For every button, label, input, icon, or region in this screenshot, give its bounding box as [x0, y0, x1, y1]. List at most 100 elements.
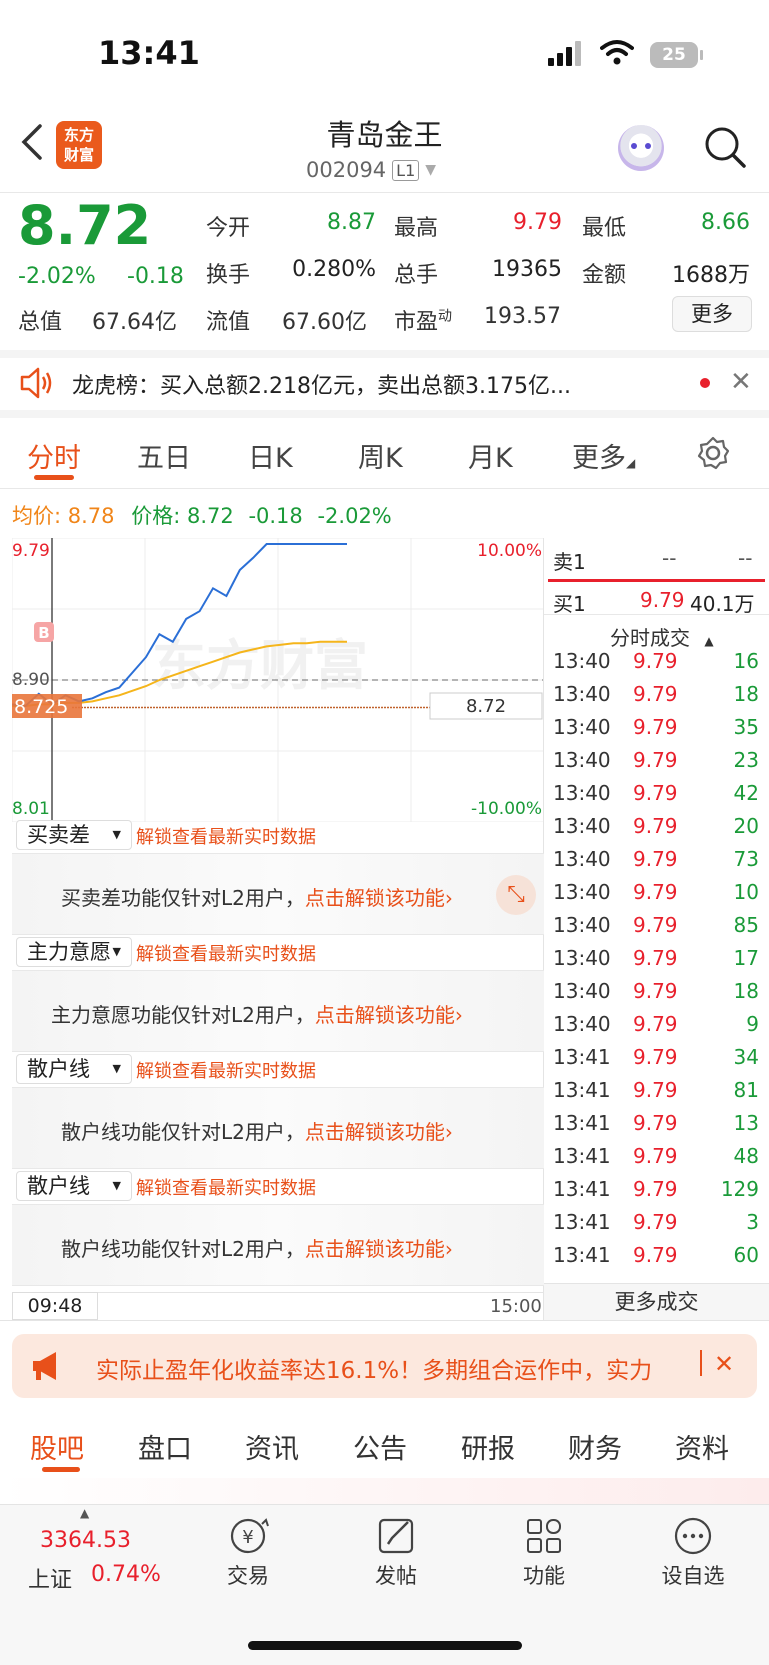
trade-time: 13:41: [553, 1144, 611, 1168]
buy-marker-label: B: [38, 624, 49, 642]
bottom-tab[interactable]: 财务: [568, 1427, 622, 1466]
index-value[interactable]: 3364.53: [40, 1528, 131, 1553]
ad-text[interactable]: 实际止盈年化收益率达16.1%！多期组合运作中，实力: [96, 1351, 702, 1385]
trade-row: 13:40 9.79 16: [553, 649, 759, 682]
feed-peek: [0, 1478, 769, 1504]
watermark: 东方财富: [152, 634, 368, 697]
price-change: -0.18: [248, 504, 303, 528]
trade-volume: 20: [733, 814, 759, 838]
unlock-feature-link[interactable]: 点击解锁该功能: [305, 886, 445, 910]
trade-volume: 60: [733, 1243, 759, 1267]
intraday-chart[interactable]: 东方财富 9.79 8.01 10.00% -10.00% 8.90 8.725…: [12, 538, 544, 822]
index-name[interactable]: 上证: [28, 1562, 72, 1594]
bottom-tab[interactable]: 股吧: [30, 1427, 84, 1466]
index-pct[interactable]: 0.74%: [91, 1562, 161, 1587]
unlock-data-link[interactable]: 解锁查看最新实时数据: [136, 1174, 316, 1200]
chevron-down-icon: ▼: [112, 828, 121, 841]
trade-time: 13:41: [553, 1243, 611, 1267]
unlock-feature-link[interactable]: 点击解锁该功能: [305, 1237, 445, 1261]
float-value: 67.60亿: [282, 310, 367, 335]
trade-volume: 18: [733, 979, 759, 1003]
unlock-data-link[interactable]: 解锁查看最新实时数据: [136, 823, 316, 849]
tab-intraday[interactable]: 分时: [27, 436, 81, 475]
avg-price-label: 均价:: [12, 504, 62, 528]
trade-row: 13:40 9.79 85: [553, 913, 759, 946]
bottom-tab[interactable]: 资讯: [245, 1427, 299, 1466]
expand-icon[interactable]: ⤡: [496, 875, 536, 915]
more-quote-button[interactable]: 更多: [672, 296, 752, 332]
unread-dot: [700, 378, 710, 388]
indicator-select-label: 散户线: [27, 1174, 90, 1198]
nav-post[interactable]: 发帖: [346, 1516, 446, 1590]
bottom-tab[interactable]: 研报: [461, 1427, 515, 1466]
tab-five-day[interactable]: 五日: [137, 436, 191, 475]
section-gap: [0, 410, 769, 418]
trade-price: 9.79: [633, 1144, 678, 1168]
trade-row: 13:40 9.79 23: [553, 748, 759, 781]
divider: [0, 488, 769, 489]
y-bottom-pct-label: -10.00%: [471, 799, 542, 819]
trade-volume: 18: [733, 682, 759, 706]
trade-time: 13:40: [553, 748, 611, 772]
tab-weekly-k[interactable]: 周K: [358, 436, 403, 475]
tab-daily-k[interactable]: 日K: [248, 436, 293, 475]
sell1-volume: --: [738, 546, 753, 570]
trade-time: 13:40: [553, 880, 611, 904]
high-value: 9.79: [513, 210, 562, 235]
x-end-label: 15:00: [490, 1296, 542, 1317]
notice-text[interactable]: 龙虎榜：买入总额2.218亿元，卖出总额3.175亿...: [72, 368, 571, 400]
trade-price: 9.79: [633, 1078, 678, 1102]
index-caret-icon: ▲: [80, 1506, 90, 1520]
search-icon[interactable]: [704, 126, 746, 168]
nav-trade[interactable]: ¥ 交易: [198, 1516, 298, 1590]
indicator-select[interactable]: 散户线 ▼: [16, 1171, 132, 1201]
bottom-tab[interactable]: 资料: [675, 1427, 729, 1466]
trade-row: 13:40 9.79 73: [553, 847, 759, 880]
trade-time: 13:41: [553, 1111, 611, 1135]
tab-more[interactable]: 更多◢: [572, 436, 635, 475]
bottom-tab[interactable]: 公告: [353, 1427, 407, 1466]
caret-down-icon: ▼: [425, 162, 437, 178]
chevron-down-icon: ▼: [112, 1062, 121, 1075]
trades-header[interactable]: 分时成交 ▲: [610, 622, 714, 651]
price-value: 8.72: [186, 504, 234, 528]
indicator-select[interactable]: 主力意愿 ▼: [16, 937, 132, 967]
nav-add-favorite[interactable]: 设自选: [643, 1516, 743, 1590]
trade-volume: 129: [720, 1177, 759, 1201]
robot-assistant-icon[interactable]: [618, 125, 664, 171]
trade-row: 13:41 9.79 34: [553, 1045, 759, 1078]
unlock-data-link[interactable]: 解锁查看最新实时数据: [136, 1057, 316, 1083]
unlock-feature-link[interactable]: 点击解锁该功能: [305, 1120, 445, 1144]
section-gap: [0, 350, 769, 358]
trade-time: 13:40: [553, 979, 611, 1003]
trade-row: 13:40 9.79 9: [553, 1012, 759, 1045]
status-time: 13:41: [98, 34, 200, 72]
trade-volume: 48: [733, 1144, 759, 1168]
trade-time: 13:40: [553, 649, 611, 673]
indicator-select[interactable]: 散户线 ▼: [16, 1054, 132, 1084]
stock-code-selector[interactable]: 002094 L1 ▼: [306, 158, 436, 182]
megaphone-icon: [33, 1352, 56, 1380]
bottom-tab[interactable]: 盘口: [138, 1427, 192, 1466]
trade-price: 9.79: [633, 814, 678, 838]
trade-price: 9.79: [633, 946, 678, 970]
trade-volume: 3: [746, 1210, 759, 1234]
more-trades-button[interactable]: 更多成交: [544, 1283, 769, 1320]
indicator-select[interactable]: 买卖差 ▼: [16, 820, 132, 850]
trade-time: 13:40: [553, 913, 611, 937]
unlock-feature-link[interactable]: 点击解锁该功能: [315, 1003, 455, 1027]
nav-function[interactable]: 功能: [494, 1516, 594, 1590]
trade-time: 13:40: [553, 715, 611, 739]
turnover-value: 0.280%: [292, 257, 376, 282]
close-ad-icon[interactable]: ✕: [714, 1350, 734, 1378]
tab-monthly-k[interactable]: 月K: [468, 436, 513, 475]
signal-icon: [548, 41, 581, 66]
total-value: 67.64亿: [92, 310, 177, 335]
unlock-data-link[interactable]: 解锁查看最新实时数据: [136, 940, 316, 966]
trade-row: 13:40 9.79 18: [553, 682, 759, 715]
tab-underline: [34, 475, 74, 480]
settings-gear-icon[interactable]: [696, 436, 730, 470]
chevron-right-icon: ›: [444, 886, 453, 910]
chevron-right-icon: ›: [444, 1120, 453, 1144]
close-notice-icon[interactable]: ✕: [730, 367, 752, 397]
